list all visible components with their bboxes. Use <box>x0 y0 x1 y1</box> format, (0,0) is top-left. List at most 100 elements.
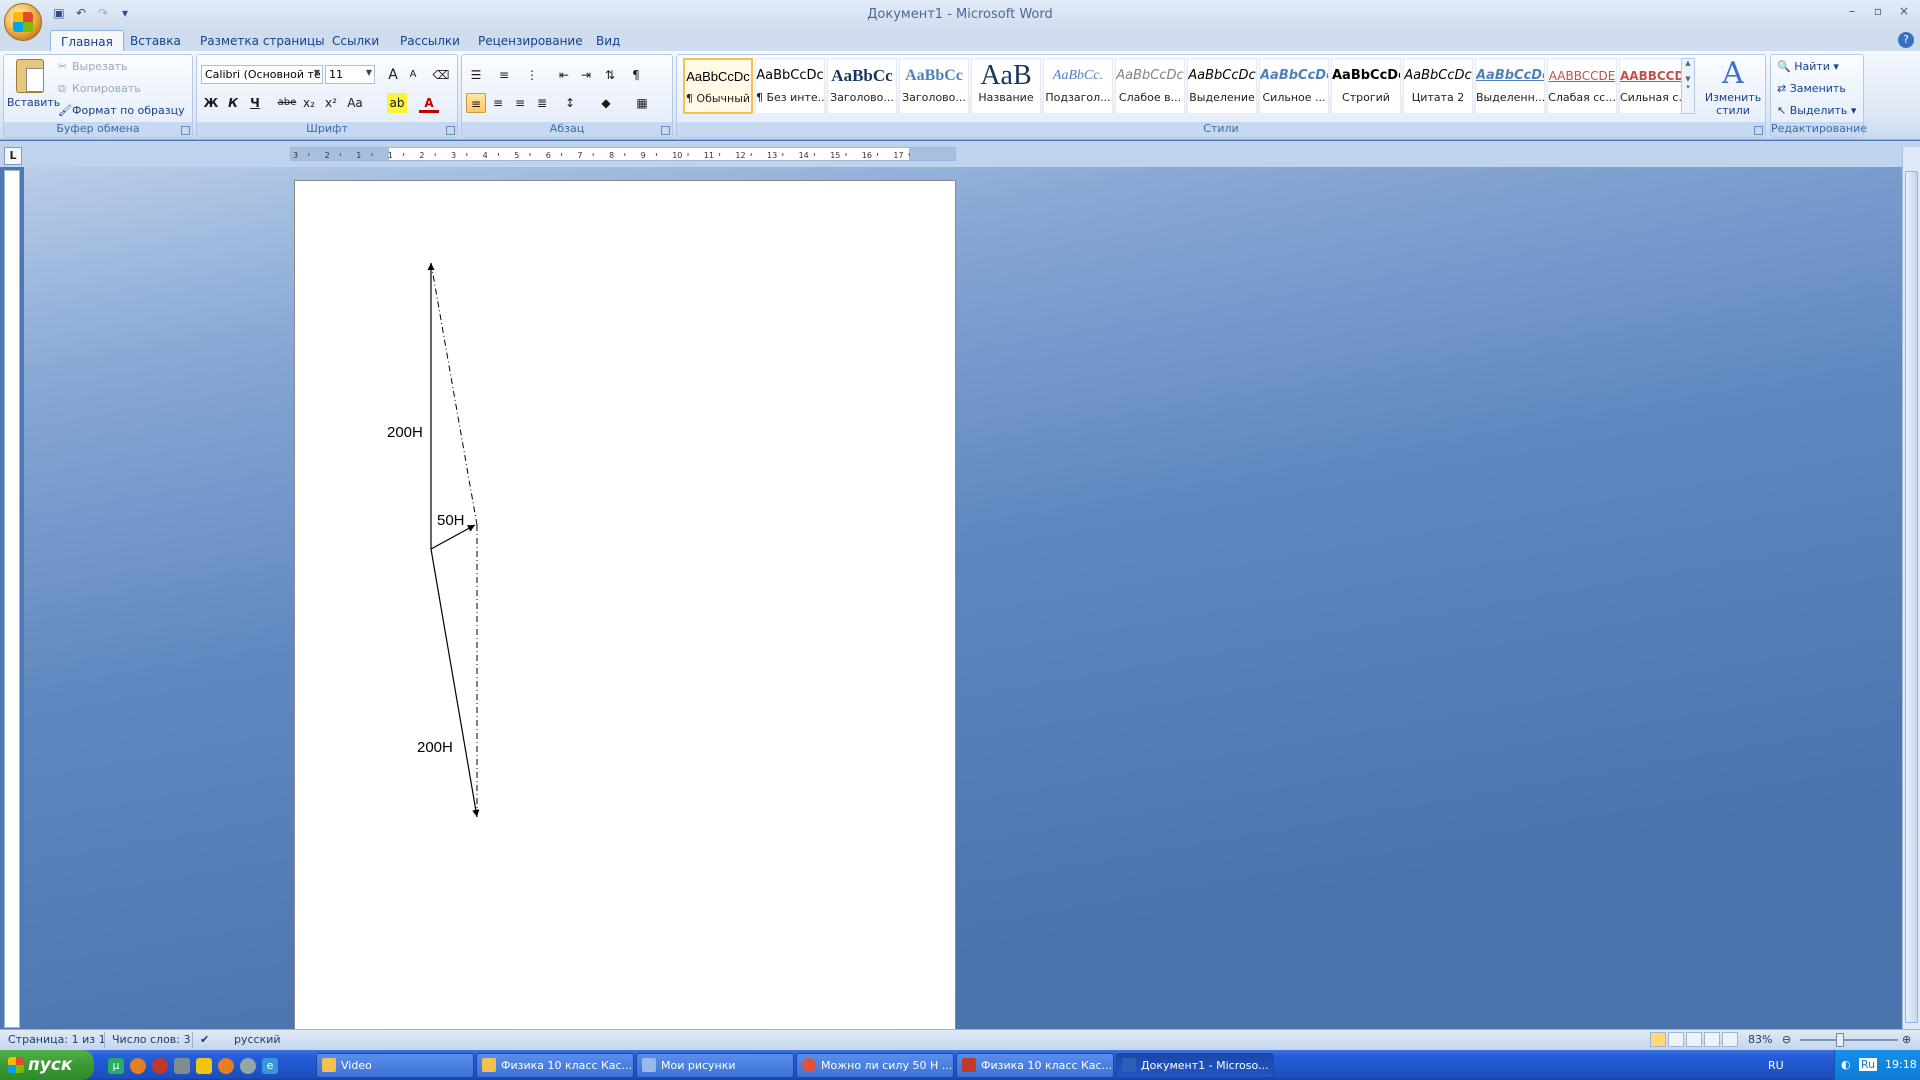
language-indicator[interactable]: русский <box>234 1033 281 1046</box>
shading-icon[interactable]: ◆ <box>596 93 616 113</box>
font-launcher[interactable] <box>446 126 455 135</box>
close-button[interactable]: × <box>1894 4 1914 20</box>
taskbar-item-my-pictures[interactable]: Мои рисунки <box>636 1053 794 1078</box>
media-player-icon[interactable] <box>240 1058 256 1074</box>
maximize-button[interactable]: ▫ <box>1868 4 1888 20</box>
tab-page-layout[interactable]: Разметка страницы <box>190 30 335 52</box>
style-subtle-reference[interactable]: AABBCCDE Слабая сс... <box>1547 58 1617 114</box>
zoom-level[interactable]: 83% <box>1748 1033 1772 1046</box>
decrease-indent-icon[interactable]: ⇤ <box>554 65 574 85</box>
paragraph-launcher[interactable] <box>661 126 670 135</box>
font-name-field[interactable]: Calibri (Основной те ▼ <box>201 65 323 84</box>
font-color-button[interactable]: A <box>419 93 439 113</box>
align-left-icon[interactable]: ≡ <box>466 93 486 113</box>
style-subtitle[interactable]: AaBbCc. Подзагол... <box>1043 58 1113 114</box>
font-size-field[interactable]: 11 ▼ <box>325 65 375 84</box>
help-icon[interactable]: ? <box>1898 32 1914 48</box>
underline-button[interactable]: Ч <box>245 93 265 113</box>
media-icon[interactable] <box>196 1058 212 1074</box>
print-layout-view-icon[interactable] <box>1650 1032 1666 1047</box>
borders-icon[interactable]: ▦ <box>632 93 652 113</box>
paste-button[interactable]: Вставить <box>7 57 60 121</box>
outline-view-icon[interactable] <box>1704 1032 1720 1047</box>
grow-font-button[interactable]: A <box>383 65 403 85</box>
justify-icon[interactable]: ≣ <box>532 93 552 113</box>
align-center-icon[interactable]: ≡ <box>488 93 508 113</box>
increase-indent-icon[interactable]: ⇥ <box>576 65 596 85</box>
sort-icon[interactable]: ⇅ <box>600 65 620 85</box>
taskbar-item-browser[interactable]: Можно ли силу 50 Н ... <box>796 1053 954 1078</box>
taskbar-item-physics-folder[interactable]: Физика 10 класс Кас... <box>476 1053 634 1078</box>
zoom-slider[interactable] <box>1800 1039 1898 1041</box>
tray-language[interactable]: Ru <box>1859 1058 1878 1071</box>
style-heading-2[interactable]: AaBbCc Заголово... <box>899 58 969 114</box>
tab-selector[interactable]: L <box>4 147 22 165</box>
style-quote-2[interactable]: AaBbCcDc Цитата 2 <box>1403 58 1473 114</box>
bullets-icon[interactable]: ☰ <box>466 65 486 85</box>
clipboard-launcher[interactable] <box>181 126 190 135</box>
vertical-scrollbar[interactable] <box>1902 147 1920 1029</box>
tray-icons[interactable]: ◐ <box>1841 1058 1851 1071</box>
style-intense-emphasis[interactable]: AaBbCcDc Сильное ... <box>1259 58 1329 114</box>
ie-icon[interactable]: e <box>262 1058 278 1074</box>
style-intense-quote[interactable]: AaBbCcDc Выделенн... <box>1475 58 1545 114</box>
horizontal-ruler[interactable]: 3 2 1 1 2 3 4 5 6 7 8 9 10 11 12 13 14 15 16 17 <box>290 147 956 161</box>
style-emphasis[interactable]: AaBbCcDc Выделение <box>1187 58 1257 114</box>
player-icon[interactable] <box>218 1058 234 1074</box>
style-subtle-emphasis[interactable]: AaBbCcDc Слабое в... <box>1115 58 1185 114</box>
style-title[interactable]: AaB Название <box>971 58 1041 114</box>
shrink-font-button[interactable]: A <box>403 65 423 85</box>
tab-view[interactable]: Вид <box>586 30 630 52</box>
input-language[interactable]: RU <box>1768 1059 1784 1072</box>
style-normal[interactable]: AaBbCcDc ¶ Обычный <box>683 58 753 114</box>
full-screen-view-icon[interactable] <box>1668 1032 1684 1047</box>
select-button[interactable]: ↖ Выделить ▾ <box>1777 101 1856 121</box>
find-button[interactable]: 🔍 Найти ▾ <box>1777 57 1839 77</box>
draft-view-icon[interactable] <box>1722 1032 1738 1047</box>
page-count[interactable]: Страница: 1 из 1 <box>8 1033 106 1046</box>
line-spacing-icon[interactable]: ↕ <box>560 93 580 113</box>
styles-launcher[interactable] <box>1754 126 1763 135</box>
taskbar-item-word[interactable]: Документ1 - Microso... <box>1116 1053 1274 1078</box>
tab-review[interactable]: Рецензирование <box>468 30 593 52</box>
zoom-thumb[interactable] <box>1836 1033 1844 1047</box>
strikethrough-button[interactable]: abe <box>277 93 297 113</box>
firefox-icon[interactable] <box>130 1058 146 1074</box>
proofing-icon[interactable]: ✔ <box>200 1033 209 1046</box>
italic-button[interactable]: К <box>223 93 243 113</box>
tab-references[interactable]: Ссылки <box>322 30 389 52</box>
numbering-icon[interactable]: ≡ <box>494 65 514 85</box>
word-count[interactable]: Число слов: 3 <box>112 1033 191 1046</box>
utorrent-icon[interactable]: µ <box>108 1058 124 1074</box>
subscript-button[interactable]: x₂ <box>299 93 319 113</box>
opera-icon[interactable] <box>152 1058 168 1074</box>
format-painter-button[interactable]: 🖌Формат по образцу <box>58 102 185 120</box>
tab-mailings[interactable]: Рассылки <box>390 30 470 52</box>
highlight-icon[interactable]: ab <box>387 93 407 113</box>
style-intense-reference[interactable]: AABBCCDE Сильная с... <box>1619 58 1689 114</box>
taskbar-item-physics-pdf[interactable]: Физика 10 класс Кас... <box>956 1053 1114 1078</box>
superscript-button[interactable]: x² <box>321 93 341 113</box>
document-page[interactable]: 200Н 50Н 200Н <box>294 180 956 1030</box>
style-heading-1[interactable]: AaBbCc Заголово... <box>827 58 897 114</box>
change-case-button[interactable]: Aa <box>345 93 365 113</box>
show-formatting-button[interactable]: ¶ <box>626 65 646 85</box>
style-no-spacing[interactable]: AaBbCcDc ¶ Без инте... <box>755 58 825 114</box>
cut-button[interactable]: ✂ Вырезать <box>58 58 127 76</box>
taskbar-item-video[interactable]: Video <box>316 1053 474 1078</box>
replace-button[interactable]: ⇄ Заменить <box>1777 79 1846 99</box>
tab-home[interactable]: Главная <box>50 30 124 52</box>
minimize-button[interactable]: – <box>1842 4 1862 20</box>
clear-format-icon[interactable]: ⌫ <box>431 65 451 85</box>
zoom-out-icon[interactable]: ⊖ <box>1782 1033 1791 1046</box>
vertical-ruler[interactable] <box>4 170 20 1028</box>
tab-insert[interactable]: Вставка <box>120 30 191 52</box>
change-styles-button[interactable]: A Изменить стили <box>1703 57 1763 118</box>
zoom-in-icon[interactable]: ⊕ <box>1902 1033 1911 1046</box>
scroll-thumb[interactable] <box>1905 171 1918 1023</box>
styles-scroll[interactable]: ▲ ▼ ▾ <box>1681 58 1695 114</box>
bold-button[interactable]: Ж <box>201 93 221 113</box>
start-button[interactable]: пуск <box>0 1050 94 1080</box>
style-strong[interactable]: AaBbCcDc Строгий <box>1331 58 1401 114</box>
copy-button[interactable]: ⧉ Копировать <box>58 80 141 98</box>
